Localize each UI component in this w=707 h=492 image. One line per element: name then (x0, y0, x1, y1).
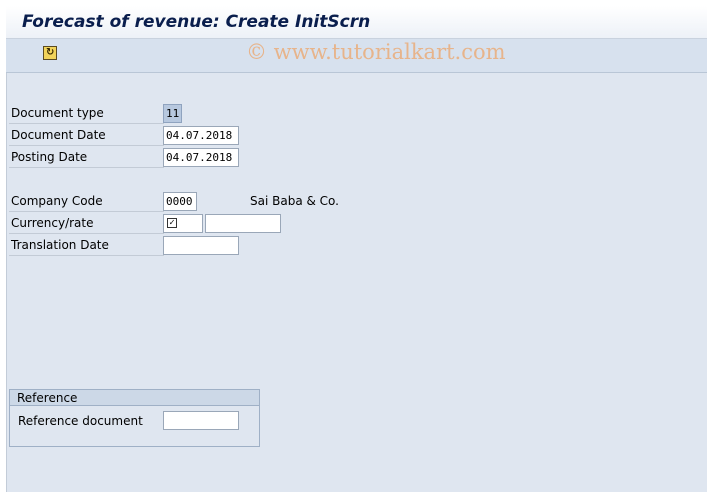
company-code-label: Company Code (9, 191, 164, 212)
execute-glyph: ↻ (46, 47, 55, 58)
reference-group-title: Reference (10, 390, 259, 406)
watermark: © www.tutorialkart.com (246, 40, 506, 64)
company-name-text: Sai Baba & Co. (250, 194, 339, 208)
exchange-rate-field[interactable] (205, 214, 281, 233)
title-bar: Forecast of revenue: Create InitScrn (6, 6, 707, 39)
currency-rate-label: Currency/rate (9, 213, 164, 234)
posting-date-label: Posting Date (9, 147, 164, 168)
translation-date-field[interactable] (163, 236, 239, 255)
document-date-label: Document Date (9, 125, 164, 146)
company-code-field[interactable]: 0000 (163, 192, 197, 211)
document-type-label: Document type (9, 103, 164, 124)
translation-date-label: Translation Date (9, 235, 164, 256)
page-title: Forecast of revenue: Create InitScrn (22, 12, 371, 32)
document-type-field[interactable]: 11 (163, 104, 182, 123)
checkbox-icon: ✓ (167, 218, 177, 228)
execute-icon[interactable]: ↻ (43, 46, 57, 60)
posting-date-field[interactable]: 04.07.2018 (163, 148, 239, 167)
reference-document-label: Reference document (18, 414, 143, 428)
currency-field[interactable]: ✓ (163, 214, 203, 233)
document-date-field[interactable]: 04.07.2018 (163, 126, 239, 145)
reference-document-field[interactable] (163, 411, 239, 430)
